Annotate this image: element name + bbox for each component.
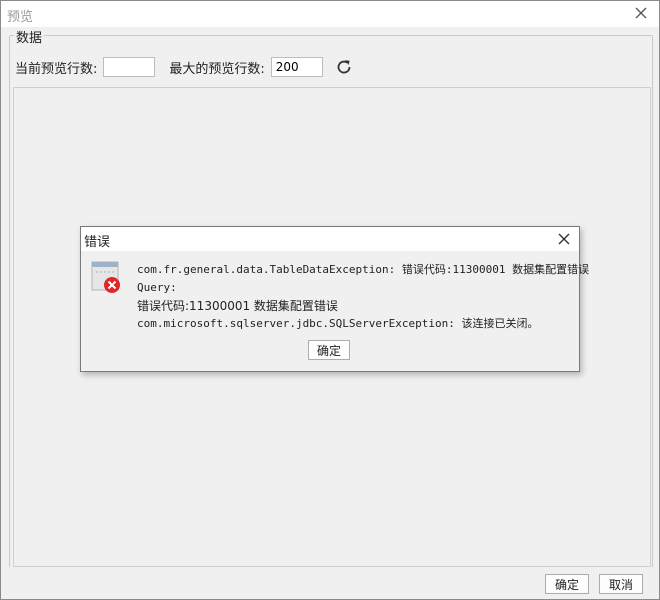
error-dialog: 错误 com.fr.general.data.TableDataExceptio…: [80, 226, 590, 372]
ok-button[interactable]: 确定: [545, 574, 589, 594]
preview-window-title: 预览: [7, 10, 34, 25]
preview-button-bar: 确定 取消: [1, 567, 659, 599]
current-rows-input[interactable]: [103, 57, 156, 77]
error-dialog-title: 错误: [84, 235, 111, 250]
preview-titlebar: 预览: [1, 1, 659, 27]
refresh-icon[interactable]: [335, 58, 353, 76]
error-message-line: Query:: [137, 281, 177, 294]
error-message-line: com.fr.general.data.TableDataException: …: [137, 263, 590, 276]
error-icon: [91, 261, 123, 295]
close-icon[interactable]: [557, 232, 571, 246]
close-icon[interactable]: [633, 5, 649, 21]
cancel-button[interactable]: 取消: [599, 574, 643, 594]
current-rows-label: 当前预览行数:: [15, 61, 98, 77]
max-rows-label: 最大的预览行数:: [169, 61, 265, 77]
error-ok-button[interactable]: 确定: [308, 340, 350, 360]
error-body: com.fr.general.data.TableDataException: …: [81, 251, 590, 371]
error-message-line: 错误代码:11300001 数据集配置错误: [137, 299, 338, 313]
data-group-label: 数据: [14, 27, 45, 46]
error-message: com.fr.general.data.TableDataException: …: [137, 261, 590, 333]
preview-toolbar: 当前预览行数: 最大的预览行数:: [15, 56, 353, 78]
error-message-line: com.microsoft.sqlserver.jdbc.SQLServerEx…: [137, 317, 539, 330]
error-titlebar: 错误: [81, 227, 579, 251]
max-rows-input[interactable]: [270, 57, 323, 77]
